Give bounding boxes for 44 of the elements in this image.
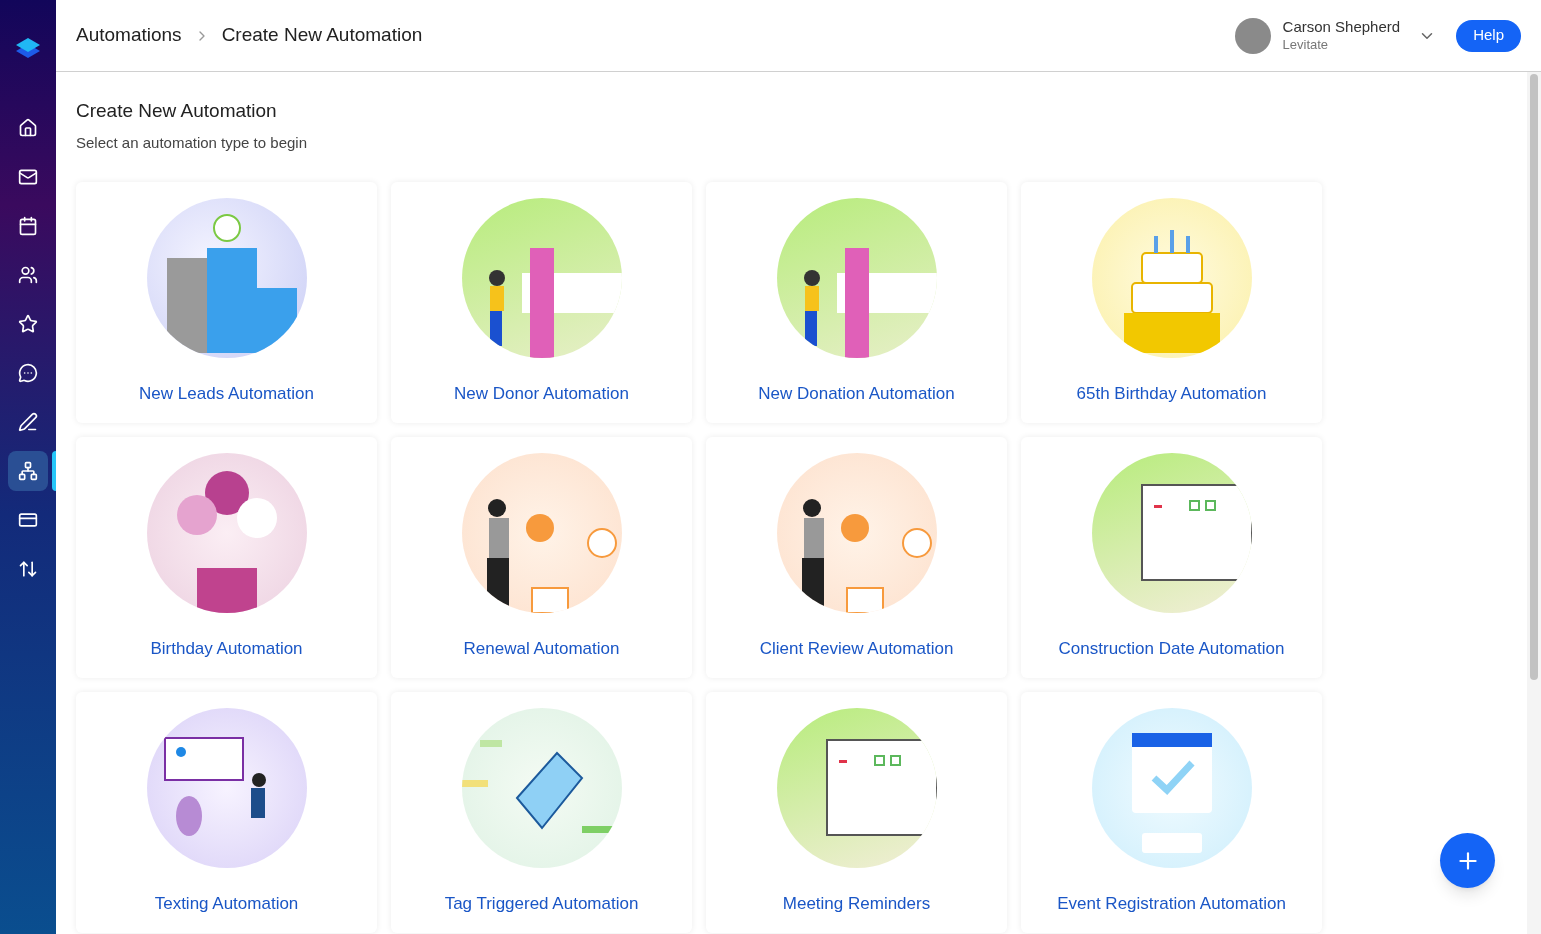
card-title: New Leads Automation [139, 383, 314, 405]
card-icon [18, 510, 38, 530]
automation-card[interactable]: New Donor Automation [391, 182, 692, 423]
automation-card[interactable]: Texting Automation [76, 692, 377, 933]
card-title: Renewal Automation [463, 638, 620, 660]
automation-card[interactable]: 65th Birthday Automation [1021, 182, 1322, 423]
automation-card[interactable]: Client Review Automation [706, 437, 1007, 678]
card-title: Client Review Automation [759, 638, 954, 660]
card-title: 65th Birthday Automation [1076, 383, 1267, 405]
page-subheading: Select an automation type to begin [76, 132, 308, 153]
card-title: Texting Automation [154, 893, 299, 915]
automation-card[interactable]: New Donation Automation [706, 182, 1007, 423]
nav-button[interactable] [8, 451, 48, 491]
page-heading: Create New Automation [76, 99, 278, 123]
active-indicator [52, 451, 56, 491]
chat-icon [18, 363, 38, 383]
home-icon [18, 118, 38, 138]
avatar [1234, 17, 1271, 54]
card-title: New Donation Automation [758, 383, 955, 405]
card-title: Event Registration Automation [1057, 893, 1286, 915]
automation-card[interactable]: Construction Date Automation [1021, 437, 1322, 678]
automation-card[interactable]: Event Registration Automation [1021, 692, 1322, 933]
user-name: Carson Shepherd [1282, 18, 1401, 37]
automation-card[interactable]: New Leads Automation [76, 182, 377, 423]
breadcrumb-link[interactable]: Automations [76, 21, 182, 50]
mail-icon [18, 167, 38, 187]
people-icon [18, 265, 38, 285]
automation-card[interactable]: Meeting Reminders [706, 692, 1007, 933]
star-icon [18, 314, 38, 334]
automation-card[interactable]: Renewal Automation [391, 437, 692, 678]
card-title: Birthday Automation [150, 638, 303, 660]
card-title: Tag Triggered Automation [444, 893, 639, 915]
pencil-icon [18, 412, 38, 432]
card-title: Construction Date Automation [1058, 638, 1285, 660]
hierarchy-icon [18, 461, 38, 481]
card-title: Meeting Reminders [782, 893, 931, 915]
user-org: Levitate [1282, 36, 1330, 53]
add-button[interactable] [1440, 833, 1495, 888]
arrows-icon [18, 559, 38, 579]
automation-card[interactable]: Birthday Automation [76, 437, 377, 678]
calendar-icon [18, 216, 38, 236]
help-button[interactable]: Help [1456, 19, 1521, 52]
card-title: New Donor Automation [454, 383, 629, 405]
automation-card[interactable]: Tag Triggered Automation [391, 692, 692, 933]
